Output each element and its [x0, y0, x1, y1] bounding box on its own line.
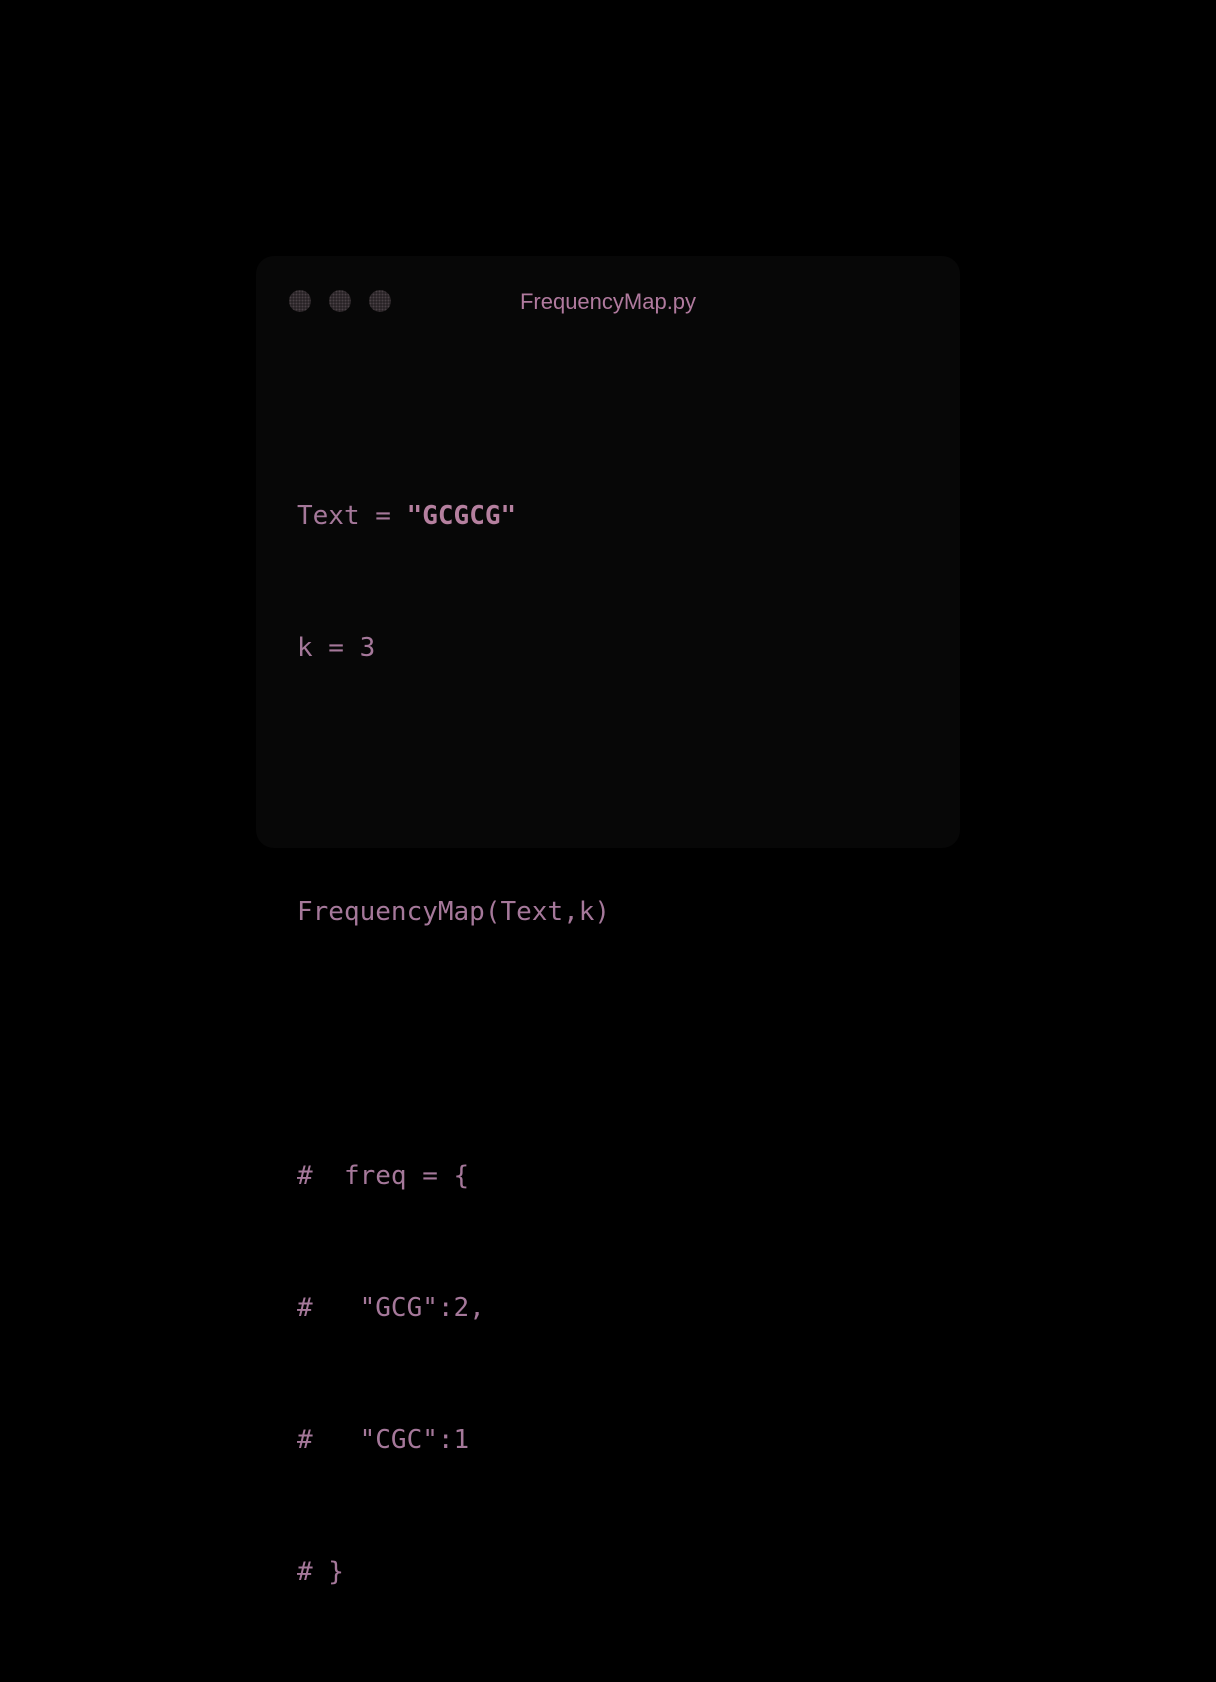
- code-text-assignment: Text =: [297, 501, 407, 531]
- code-line-call: FrequencyMap(Text,k): [297, 897, 611, 927]
- code-comment-line: # "GCG":2,: [297, 1293, 485, 1323]
- code-string-literal: "GCGCG": [406, 501, 517, 531]
- code-block: Text = "GCGCG" k = 3 FrequencyMap(Text,k…: [297, 406, 610, 1682]
- window-title: FrequencyMap.py: [519, 289, 697, 314]
- code-line-k: k = 3: [297, 633, 376, 663]
- window-titlebar: FrequencyMap.py: [256, 256, 960, 348]
- code-comment-line: # }: [297, 1557, 344, 1587]
- code-line-text: Text = "GCGCG": [297, 494, 610, 538]
- code-window: FrequencyMap.py Text = "GCGCG" k = 3 Fre…: [256, 256, 960, 1587]
- code-comment-line: # freq = {: [297, 1161, 470, 1191]
- code-comment-line: # "CGC":1: [297, 1425, 470, 1455]
